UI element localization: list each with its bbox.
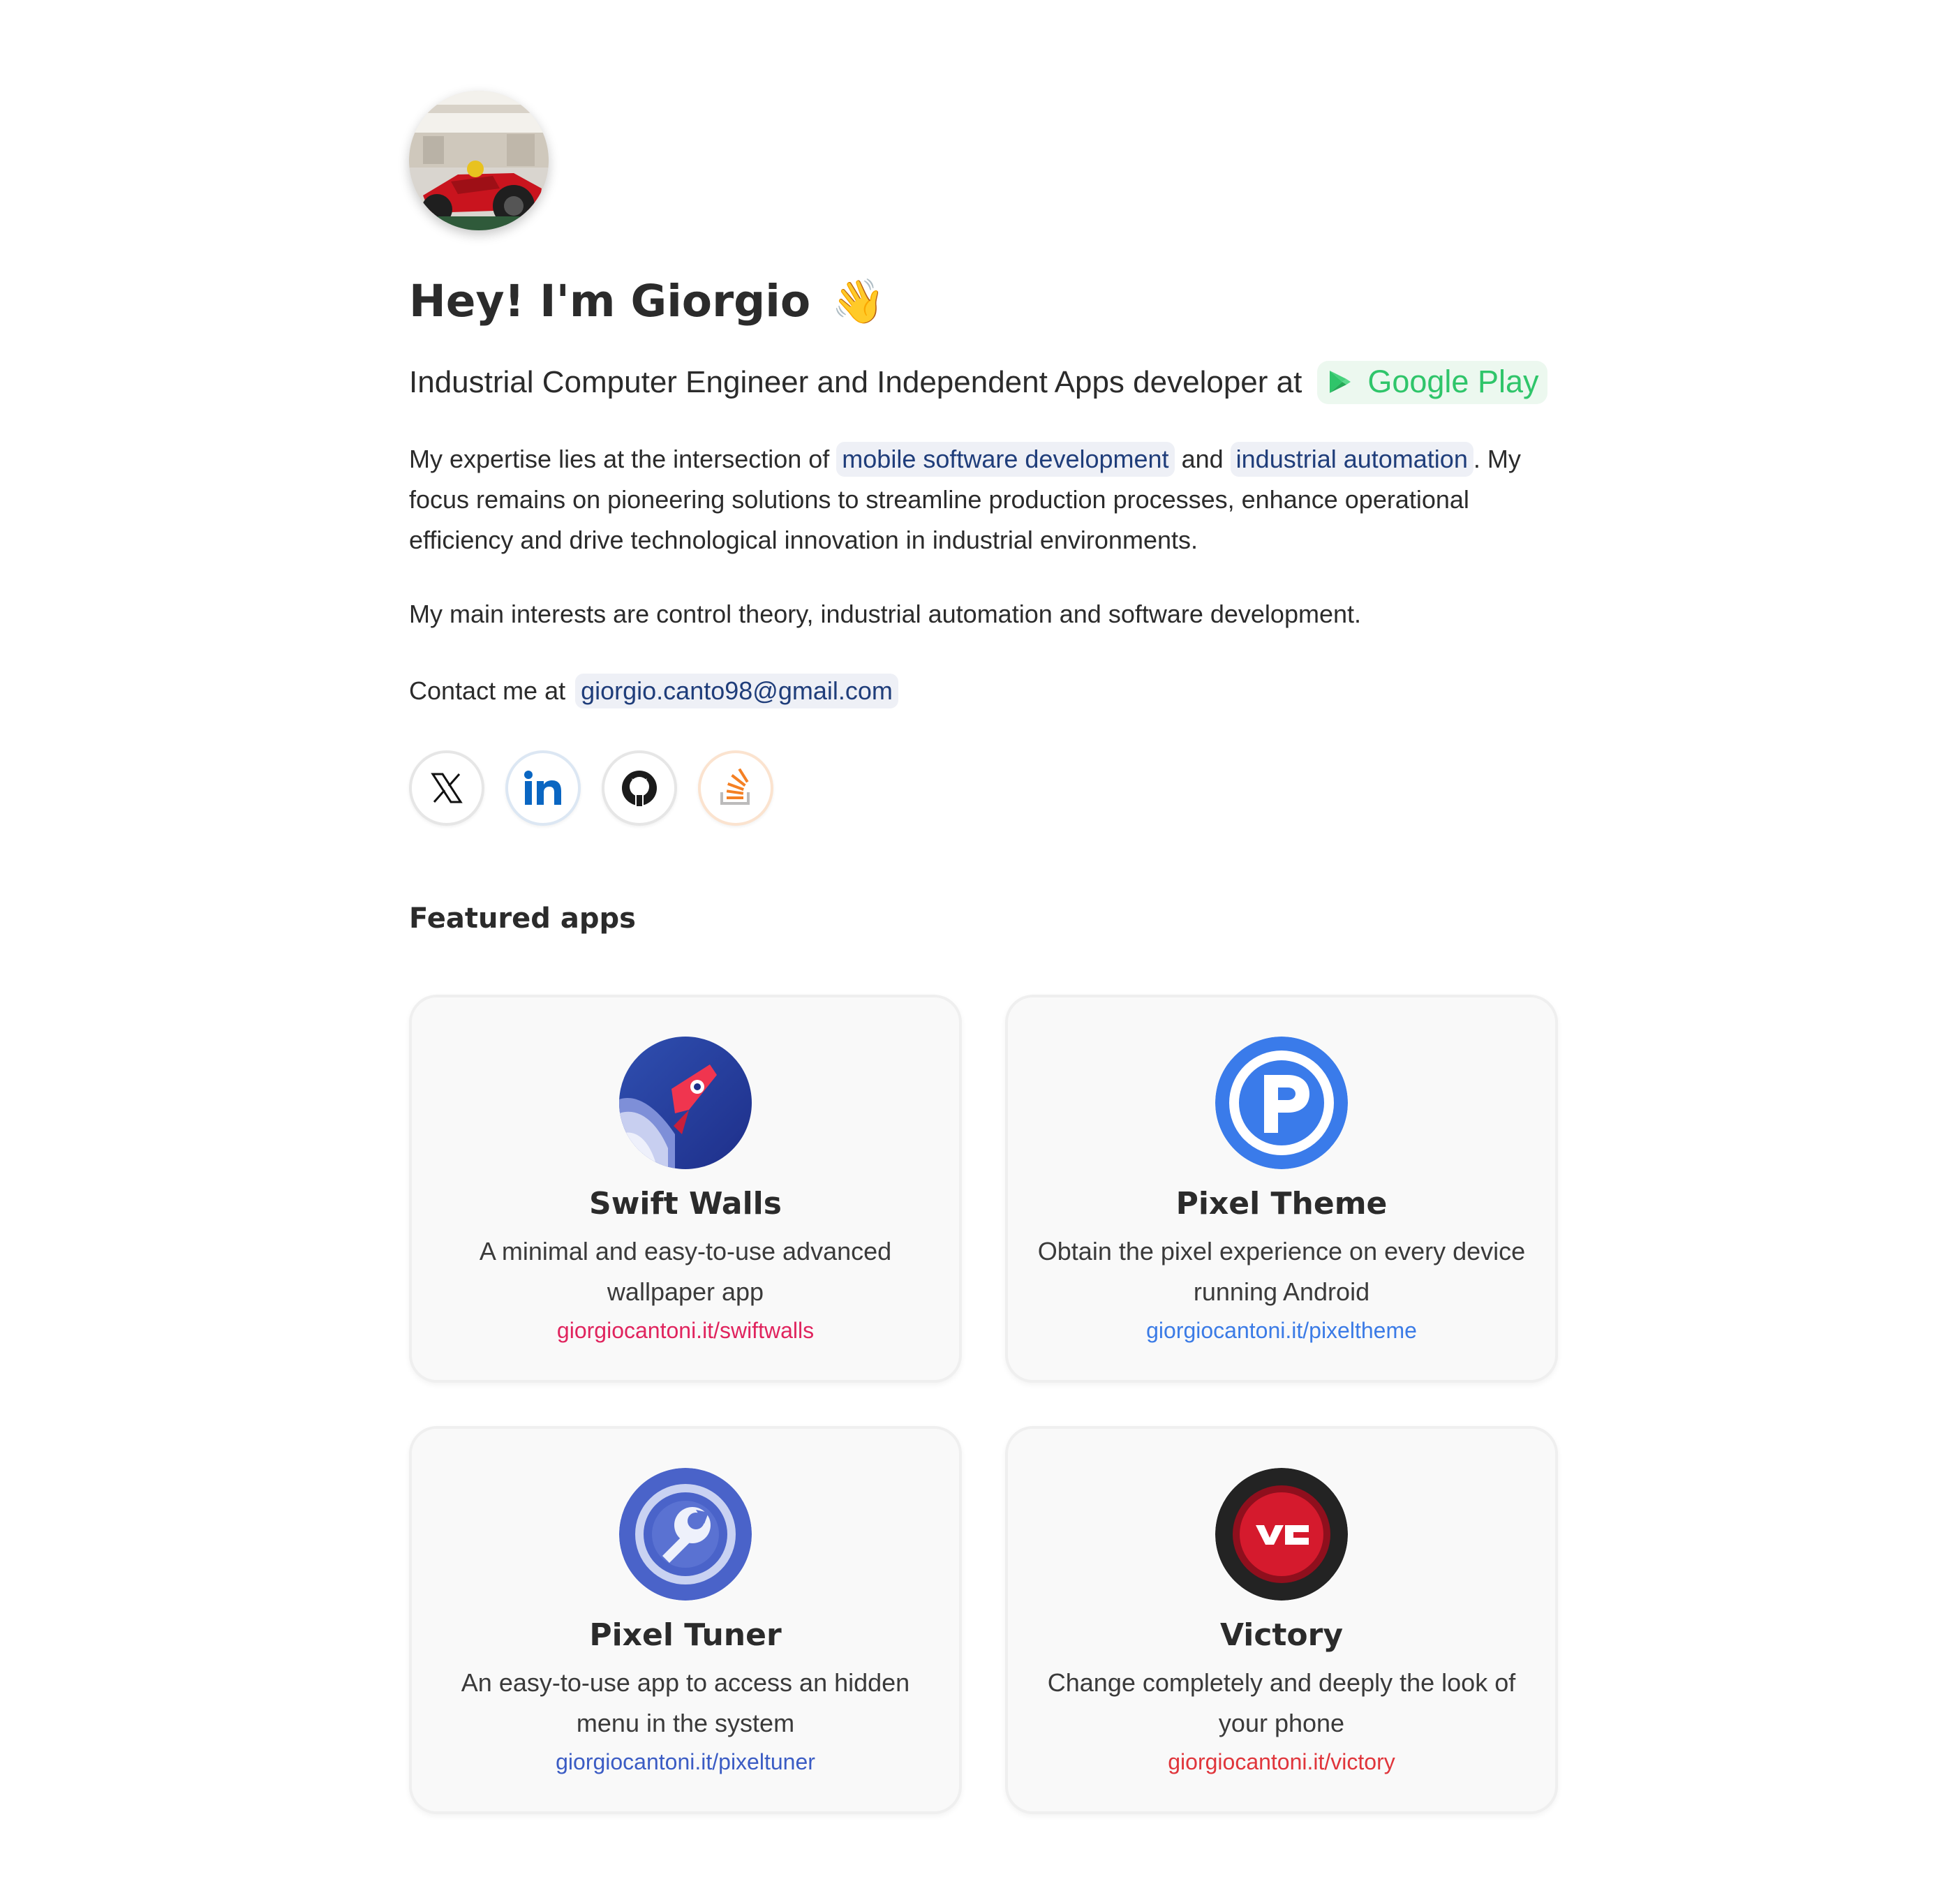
pixel-tuner-icon — [619, 1468, 752, 1601]
github-icon — [622, 771, 657, 806]
greeting-text: Hey! I'm Giorgio — [409, 276, 811, 327]
app-card-pixel-tuner[interactable]: Pixel Tuner An easy-to-use app to access… — [409, 1426, 962, 1814]
app-description: A minimal and easy-to-use advanced wallp… — [479, 1237, 892, 1306]
app-link[interactable]: giorgiocantoni.it/victory — [1168, 1744, 1395, 1780]
tag-mobile-dev: mobile software development — [836, 442, 1175, 477]
google-play-link[interactable]: Google Play — [1317, 361, 1547, 404]
linkedin-icon — [524, 771, 561, 805]
social-stackoverflow-button[interactable] — [698, 750, 773, 826]
app-card-pixel-theme[interactable]: Pixel Theme Obtain the pixel experience … — [1005, 995, 1558, 1383]
social-github-button[interactable] — [602, 750, 677, 826]
contact-line: Contact me at giorgio.canto98@gmail.com — [409, 671, 1561, 711]
interests-paragraph: My main interests are control theory, in… — [409, 600, 1362, 628]
subtitle: Industrial Computer Engineer and Indepen… — [409, 361, 1561, 404]
featured-apps-title: Featured apps — [409, 903, 636, 935]
social-links — [409, 750, 1561, 826]
x-icon — [431, 773, 463, 803]
pixel-theme-icon — [1215, 1037, 1348, 1169]
google-play-label: Google Play — [1367, 364, 1539, 399]
app-description: An easy-to-use app to access an hidden m… — [461, 1668, 910, 1737]
app-card-victory[interactable]: Victory Change completely and deeply the… — [1005, 1426, 1558, 1814]
app-link[interactable]: giorgiocantoni.it/swiftwalls — [557, 1312, 814, 1349]
featured-apps-grid: Swift Walls A minimal and easy-to-use ad… — [409, 995, 1561, 1814]
avatar-photo — [409, 91, 549, 230]
contact-label: Contact me at — [409, 676, 566, 705]
social-linkedin-button[interactable] — [505, 750, 581, 826]
app-name: Pixel Tuner — [589, 1617, 782, 1653]
swift-walls-icon — [619, 1037, 752, 1169]
stackoverflow-icon — [720, 769, 750, 805]
google-play-icon — [1330, 371, 1351, 393]
app-description: Change completely and deeply the look of… — [1047, 1668, 1516, 1737]
app-description: Obtain the pixel experience on every dev… — [1037, 1237, 1526, 1306]
victory-icon — [1215, 1468, 1348, 1601]
email-link[interactable]: giorgio.canto98@gmail.com — [575, 674, 898, 708]
app-link[interactable]: giorgiocantoni.it/pixeltuner — [556, 1744, 815, 1780]
app-name: Victory — [1219, 1617, 1344, 1653]
app-name: Pixel Theme — [1175, 1186, 1388, 1222]
about-intro: My expertise lies at the intersection of — [409, 445, 830, 473]
profile-page: Hey! I'm Giorgio 👋 Industrial Computer E… — [409, 91, 1561, 1814]
app-link[interactable]: giorgiocantoni.it/pixeltheme — [1146, 1312, 1417, 1349]
about-paragraph: My expertise lies at the intersection of… — [409, 439, 1561, 561]
app-name: Swift Walls — [589, 1186, 782, 1222]
page-title: Hey! I'm Giorgio 👋 — [409, 279, 1561, 323]
social-x-button[interactable] — [409, 750, 484, 826]
app-card-swift-walls[interactable]: Swift Walls A minimal and easy-to-use ad… — [409, 995, 962, 1383]
wave-icon: 👋 — [831, 275, 886, 327]
about-and: and — [1181, 445, 1224, 473]
subtitle-text: Industrial Computer Engineer and Indepen… — [409, 365, 1302, 399]
tag-industrial-automation: industrial automation — [1230, 442, 1473, 477]
avatar — [409, 91, 549, 230]
